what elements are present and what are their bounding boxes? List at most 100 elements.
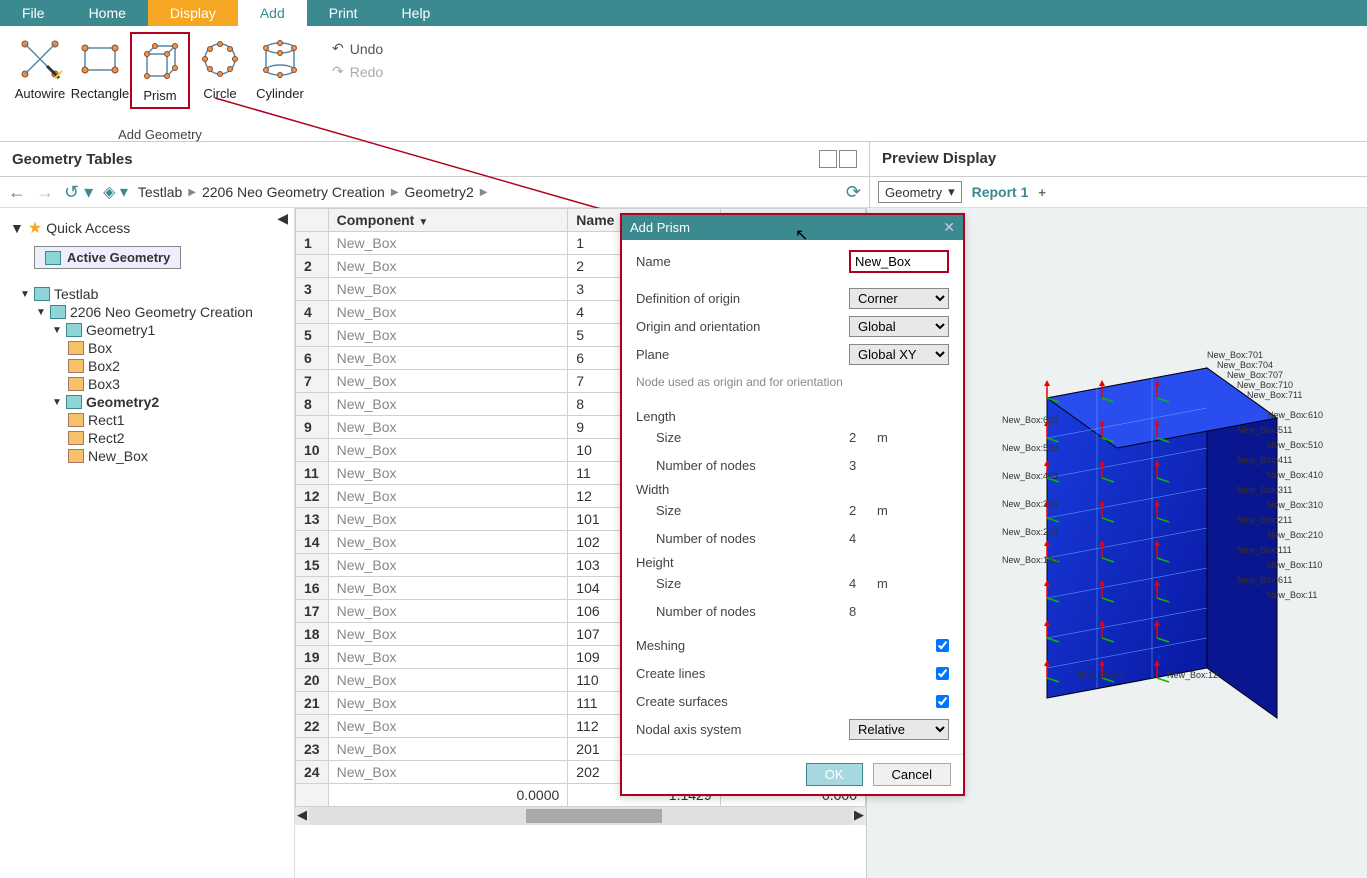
cancel-button[interactable]: Cancel	[873, 763, 951, 786]
node-label: New_Box:9	[1077, 670, 1123, 680]
refresh-button[interactable]: ⟳	[846, 182, 861, 203]
tree-geometry1[interactable]: ▼Geometry1	[4, 321, 290, 339]
create-surfaces-checkbox[interactable]	[936, 695, 949, 708]
ribbon-group-label: Add Geometry	[10, 127, 310, 142]
length-nodes-value[interactable]: 3	[849, 458, 869, 473]
nav-forward[interactable]: →	[36, 182, 54, 203]
menu-print[interactable]: Print	[307, 0, 380, 26]
redo-button[interactable]: ↷ Redo	[332, 63, 383, 80]
add-tab-button[interactable]: +	[1038, 185, 1046, 200]
autowire-icon	[17, 36, 63, 82]
tree-box3[interactable]: Box3	[4, 375, 290, 393]
report-tab[interactable]: Report 1	[972, 184, 1029, 200]
cursor-icon: ↖	[795, 225, 808, 245]
height-size-value[interactable]: 4	[849, 576, 869, 591]
active-geometry-button[interactable]: Active Geometry	[34, 246, 181, 269]
nav-history[interactable]: ↺ ▾	[64, 182, 93, 203]
geom-icon	[66, 323, 82, 337]
undo-button[interactable]: ↶ Undo	[332, 40, 383, 57]
geometry-icon	[45, 251, 61, 265]
menu-add[interactable]: Add	[238, 0, 307, 26]
tree-testlab[interactable]: ▼Testlab	[4, 285, 290, 303]
node-label: New_Box:583	[1002, 443, 1058, 453]
dialog-close[interactable]: ✕	[943, 219, 955, 236]
node-label: New_Box:183	[1002, 555, 1058, 565]
node-label: New_Box:483	[1002, 471, 1058, 481]
def-origin-select[interactable]: Corner	[849, 288, 949, 309]
circle-label: Circle	[203, 86, 236, 101]
ribbon-cylinder[interactable]: Cylinder	[250, 32, 310, 109]
width-size-value[interactable]: 2	[849, 503, 869, 518]
height-nodes-value[interactable]: 8	[849, 604, 869, 619]
name-input[interactable]	[849, 250, 949, 273]
prism-label: Prism	[143, 88, 176, 103]
tree-rect2[interactable]: Rect2	[4, 429, 290, 447]
menu-home[interactable]: Home	[67, 0, 148, 26]
bc-project[interactable]: 2206 Neo Geometry Creation	[202, 184, 385, 200]
autowire-label: Autowire	[15, 86, 66, 101]
table-hscrollbar[interactable]: ◀▶	[295, 807, 866, 825]
meshing-checkbox[interactable]	[936, 639, 949, 652]
layout-icon-1[interactable]	[819, 150, 837, 168]
box-icon	[68, 431, 84, 445]
height-size-label: Size	[636, 576, 849, 591]
meshing-label: Meshing	[636, 638, 936, 653]
def-origin-label: Definition of origin	[636, 291, 849, 306]
node-label: New_Box:707	[1227, 370, 1283, 380]
node-label: New_Box:111	[1237, 545, 1292, 555]
node-label: New_Box:210	[1267, 530, 1323, 540]
col-component[interactable]: Component▼	[328, 209, 568, 232]
rectangle-icon	[77, 36, 123, 82]
plane-select[interactable]: Global XY	[849, 344, 949, 365]
chevron-down-icon: ▾	[948, 184, 955, 200]
prism-icon	[137, 38, 183, 84]
quick-access-header[interactable]: ▼★Quick Access	[10, 218, 284, 238]
project-tree: ▼Testlab ▼2206 Neo Geometry Creation ▼Ge…	[4, 285, 290, 465]
undo-icon: ↶	[332, 40, 344, 57]
tree-newbox[interactable]: New_Box	[4, 447, 290, 465]
node-label: New_Box:710	[1237, 380, 1293, 390]
box-icon	[68, 359, 84, 373]
nodal-axis-select[interactable]: Relative	[849, 719, 949, 740]
project-icon	[50, 305, 66, 319]
width-nodes-label: Number of nodes	[636, 531, 849, 546]
name-label: Name	[636, 254, 849, 269]
tree-box[interactable]: Box	[4, 339, 290, 357]
plane-label: Plane	[636, 347, 849, 362]
create-lines-checkbox[interactable]	[936, 667, 949, 680]
node-label: New_Box:211	[1237, 515, 1292, 525]
node-label: New_Box:704	[1217, 360, 1273, 370]
tree-rect1[interactable]: Rect1	[4, 411, 290, 429]
tree-project[interactable]: ▼2206 Neo Geometry Creation	[4, 303, 290, 321]
length-size-label: Size	[636, 430, 849, 445]
rectangle-label: Rectangle	[71, 86, 130, 101]
redo-label: Redo	[350, 64, 383, 80]
testlab-icon	[34, 287, 50, 301]
nav-back[interactable]: ←	[8, 182, 26, 203]
ribbon-rectangle[interactable]: Rectangle	[70, 32, 130, 109]
menu-display[interactable]: Display	[148, 0, 238, 26]
width-nodes-value[interactable]: 4	[849, 531, 869, 546]
collapse-panel[interactable]: ◀	[277, 210, 288, 227]
dialog-titlebar[interactable]: Add Prism ✕	[622, 215, 963, 240]
ribbon-circle[interactable]: Circle	[190, 32, 250, 109]
menu-file[interactable]: File	[0, 0, 67, 26]
add-prism-dialog: Add Prism ✕ Name Definition of origin Co…	[620, 213, 965, 796]
layout-icons[interactable]	[819, 150, 857, 168]
col-row[interactable]	[296, 209, 329, 232]
tree-geometry2[interactable]: ▼Geometry2	[4, 393, 290, 411]
bc-testlab[interactable]: Testlab	[138, 184, 182, 200]
menu-help[interactable]: Help	[380, 0, 453, 26]
geometry-tables-title: Geometry Tables	[0, 142, 870, 176]
ribbon-autowire[interactable]: Autowire	[10, 32, 70, 109]
geometry-dropdown[interactable]: Geometry▾	[878, 181, 962, 203]
ok-button[interactable]: OK	[806, 763, 863, 786]
orient-select[interactable]: Global	[849, 316, 949, 337]
bc-geometry[interactable]: Geometry2	[405, 184, 474, 200]
ribbon-prism[interactable]: Prism	[130, 32, 190, 109]
home-icon[interactable]: ◈ ▾	[103, 182, 128, 202]
layout-icon-2[interactable]	[839, 150, 857, 168]
breadcrumb: Testlab▶ 2206 Neo Geometry Creation▶ Geo…	[138, 184, 488, 200]
tree-box2[interactable]: Box2	[4, 357, 290, 375]
length-size-value[interactable]: 2	[849, 430, 869, 445]
